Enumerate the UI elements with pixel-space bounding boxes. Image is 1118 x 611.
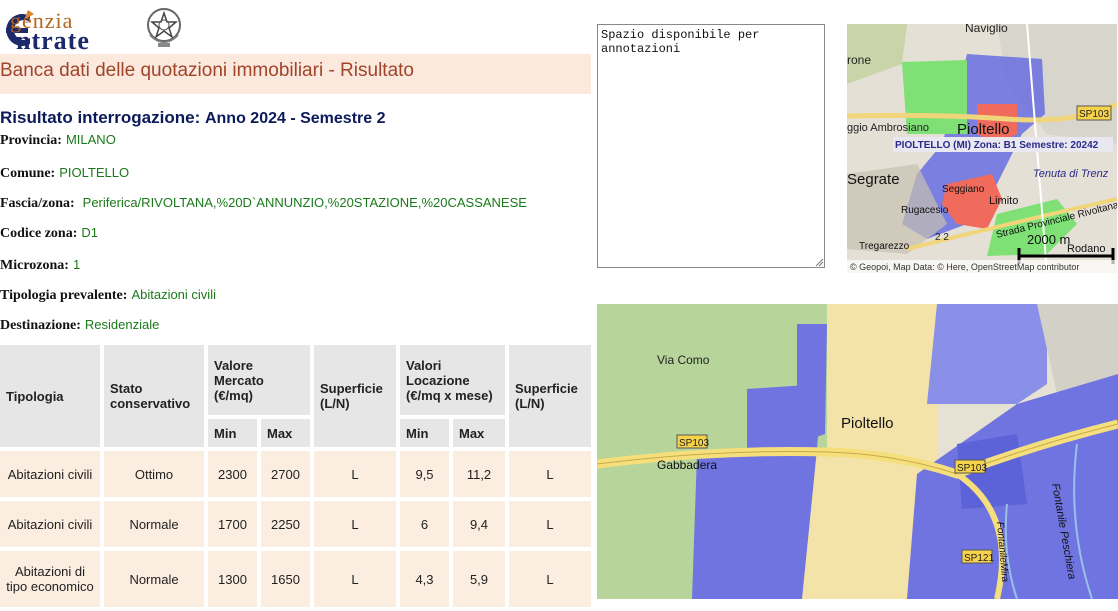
- header-vl-min: Min: [400, 419, 449, 447]
- result-period: Anno 2024 - Semestre 2: [204, 110, 386, 127]
- field-codice-zona: Codice zona: D1: [0, 225, 98, 242]
- cell-vm-max: 2250: [261, 501, 310, 547]
- field-label: Codice zona:: [0, 226, 78, 241]
- header-vm-min: Min: [208, 419, 257, 447]
- cell-stato: Ottimo: [104, 451, 204, 497]
- map-label-naviglio: Naviglio: [965, 24, 1008, 35]
- cell-superficie-2: L: [509, 501, 591, 547]
- annotations-textarea[interactable]: Spazio disponibile per annotazioni: [597, 24, 825, 268]
- map-label-gabbadera: Gabbadera: [657, 458, 717, 472]
- field-value: Abitazioni civili: [131, 287, 216, 302]
- cell-vm-max: 2700: [261, 451, 310, 497]
- header-valore-mercato: Valore Mercato (€/mq): [208, 345, 310, 415]
- cell-vl-min: 9,5: [400, 451, 449, 497]
- cell-superficie-2: L: [509, 451, 591, 497]
- field-label: Comune:: [0, 166, 56, 181]
- cell-superficie: L: [314, 501, 396, 547]
- header-vm-max: Max: [261, 419, 310, 447]
- field-destinazione: Destinazione: Residenziale: [0, 317, 159, 334]
- page-banner: Banca dati delle quotazioni immobiliari …: [0, 54, 591, 94]
- field-comune: Comune: PIOLTELLO: [0, 165, 129, 182]
- map-label-pioltello: Pioltello: [957, 121, 1010, 138]
- resize-grip-icon[interactable]: [814, 257, 824, 267]
- cell-vm-min: 1700: [208, 501, 257, 547]
- italian-emblem-icon: [147, 8, 181, 47]
- result-label: Risultato interrogazione:: [0, 108, 201, 127]
- header-superficie-2: Superficie (L/N): [509, 345, 591, 447]
- detail-map[interactable]: SP103 SP103 SP121 Via Como Pioltello Gab…: [597, 304, 1118, 599]
- header-valori-locazione: Valori Locazione (€/mq x mese): [400, 345, 505, 415]
- cell-vl-max: 11,2: [453, 451, 505, 497]
- map-label-rone: rone: [847, 53, 871, 67]
- header-tipologia: Tipologia: [0, 345, 100, 447]
- table-header-row: Tipologia Stato conservativo Valore Merc…: [0, 345, 591, 447]
- header-superficie: Superficie (L/N): [314, 345, 396, 447]
- field-value: Residenziale: [84, 317, 160, 332]
- map-label-rugacesio: Rugacesio: [901, 205, 949, 216]
- page-title: Banca dati delle quotazioni immobiliari …: [0, 60, 414, 81]
- result-heading: Risultato interrogazione: Anno 2024 - Se…: [0, 108, 386, 128]
- map-road-sp103: SP103: [1079, 109, 1109, 120]
- map-attribution: © Geopoi, Map Data: © Here, OpenStreetMa…: [850, 262, 1079, 272]
- cell-vl-min: 6: [400, 501, 449, 547]
- map-road-sp103-east: SP103: [957, 463, 987, 474]
- map-road-sp121: SP121: [964, 553, 994, 564]
- field-value: PIOLTELLO: [59, 165, 130, 180]
- map-label-rodano: Rodano: [1067, 243, 1106, 255]
- cell-vl-max: 9,4: [453, 501, 505, 547]
- cell-vm-min: 2300: [208, 451, 257, 497]
- detail-map-canvas: SP103 SP103 SP121 Via Como Pioltello Gab…: [597, 304, 1118, 599]
- map-label-segrate: Segrate: [847, 171, 900, 188]
- field-label: Fascia/zona:: [0, 196, 75, 211]
- map-scale-label: 2000 m: [1027, 232, 1070, 247]
- table-row: Abitazioni civili Normale 1700 2250 L 6 …: [0, 501, 591, 547]
- map-label-tenuta: Tenuta di Trenz: [1033, 168, 1109, 180]
- field-value: D1: [81, 225, 99, 240]
- field-label: Microzona:: [0, 258, 69, 273]
- field-provincia: Provincia: MILANO: [0, 132, 116, 149]
- quotations-table: Tipologia Stato conservativo Valore Merc…: [0, 341, 595, 611]
- agenzia-entrate-logo[interactable]: genzia ntrate: [0, 2, 200, 55]
- map-label-tregarezzo: Tregarezzo: [859, 241, 910, 252]
- field-label: Tipologia prevalente:: [0, 288, 128, 303]
- field-value: 1: [72, 257, 81, 272]
- map-label-pioltello-large: Pioltello: [841, 415, 894, 432]
- cell-tipologia: Abitazioni civili: [0, 451, 100, 497]
- map-label-ambrosiano: ggio Ambrosiano: [847, 122, 929, 134]
- map-label-number: 2 2: [935, 232, 949, 243]
- map-zone-caption: PIOLTELLO (MI) Zona: B1 Semestre: 20242: [895, 140, 1099, 151]
- field-value: Periferica/RIVOLTANA,%20D`ANNUNZIO,%20ST…: [82, 195, 527, 210]
- map-label-limito: Limito: [989, 195, 1018, 207]
- field-tipologia-prevalente: Tipologia prevalente: Abitazioni civili: [0, 287, 216, 304]
- field-label: Destinazione:: [0, 318, 81, 333]
- map-road-sp103-west: SP103: [679, 438, 709, 449]
- map-label-via-como: Via Como: [657, 353, 710, 367]
- cell-stato: Normale: [104, 501, 204, 547]
- logo-text-entrate: ntrate: [16, 26, 90, 55]
- field-microzona: Microzona: 1: [0, 257, 80, 274]
- header-vl-max: Max: [453, 419, 505, 447]
- field-fascia-zona: Fascia/zona: Periferica/RIVOLTANA,%20D`AN…: [0, 195, 527, 212]
- table-row: Abitazioni civili Ottimo 2300 2700 L 9,5…: [0, 451, 591, 497]
- field-value: MILANO: [65, 132, 116, 147]
- header-stato: Stato conservativo: [104, 345, 204, 447]
- overview-map[interactable]: SP103 Naviglio rone ggio Ambrosiano Piol…: [847, 24, 1117, 273]
- map-label-seggiano: Seggiano: [942, 184, 985, 195]
- cell-tipologia: Abitazioni civili: [0, 501, 100, 547]
- field-label: Provincia:: [0, 133, 62, 148]
- overview-map-canvas: SP103 Naviglio rone ggio Ambrosiano Piol…: [847, 24, 1117, 273]
- cell-superficie: L: [314, 451, 396, 497]
